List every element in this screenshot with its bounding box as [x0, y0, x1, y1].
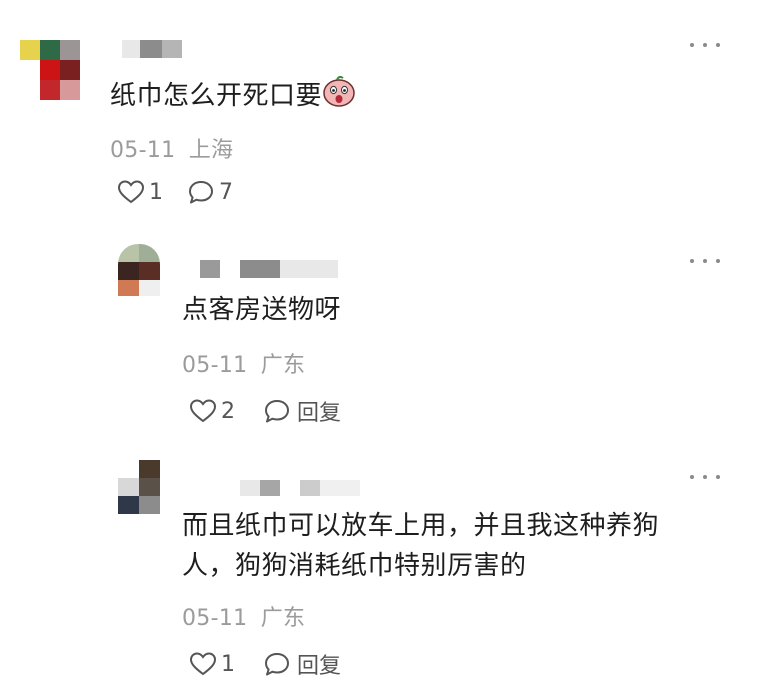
comment-date: 05-11 [182, 606, 248, 631]
avatar[interactable] [20, 40, 80, 100]
comment-date: 05-11 [110, 138, 176, 163]
more-options-icon[interactable] [690, 254, 720, 268]
comment-1: 纸巾怎么开死口要 05-11 上海 1 7 [0, 0, 764, 230]
speech-bubble-icon [189, 181, 213, 204]
like-count: 1 [149, 179, 163, 205]
speech-bubble-icon [265, 653, 289, 676]
username-redacted[interactable] [122, 40, 182, 58]
comment-2: 点客房送物呀 05-11 广东 2 回复 [0, 230, 764, 450]
more-options-icon[interactable] [690, 470, 720, 484]
username-redacted[interactable] [240, 480, 360, 496]
reply-button[interactable]: 回复 [263, 395, 341, 427]
like-count: 1 [221, 651, 235, 677]
like-button[interactable]: 1 [117, 179, 163, 205]
heart-outline-icon [189, 652, 217, 676]
comment-location: 广东 [260, 606, 306, 631]
comment-text-content: 纸巾怎么开死口要 [110, 81, 323, 111]
speech-bubble-icon [265, 400, 289, 423]
reply-button[interactable]: 回复 [263, 648, 341, 680]
comment-meta: 05-11 广东 [182, 347, 305, 379]
like-button[interactable]: 2 [189, 398, 235, 424]
comment-actions: 2 回复 [189, 395, 341, 427]
heart-outline-icon [189, 399, 217, 423]
reply-count: 7 [219, 179, 233, 205]
comment-text: 纸巾怎么开死口要 [110, 74, 356, 120]
comment-location: 上海 [188, 138, 234, 163]
like-button[interactable]: 1 [189, 651, 235, 677]
like-count: 2 [221, 398, 235, 424]
comment-location: 广东 [260, 353, 306, 378]
reply-label: 回复 [297, 401, 342, 426]
reply-count-button[interactable]: 7 [187, 179, 233, 205]
comment-text-line-1: 而且纸巾可以放车上用，并且我这种养狗 [182, 511, 660, 541]
comment-meta: 05-11 上海 [110, 132, 233, 164]
comment-text-line-2: 人，狗狗消耗纸巾特别厉害的 [182, 551, 527, 581]
more-options-icon[interactable] [690, 38, 720, 52]
comment-actions: 1 回复 [189, 648, 341, 680]
username-redacted[interactable] [200, 260, 338, 278]
surprised-face-emoji-icon [322, 74, 356, 120]
comment-actions: 1 7 [117, 179, 233, 205]
comment-meta: 05-11 广东 [182, 600, 305, 632]
heart-outline-icon [117, 180, 145, 204]
comment-text: 而且纸巾可以放车上用，并且我这种养狗 人，狗狗消耗纸巾特别厉害的 [182, 506, 722, 586]
comment-3: 而且纸巾可以放车上用，并且我这种养狗 人，狗狗消耗纸巾特别厉害的 05-11 广… [0, 450, 764, 679]
avatar[interactable] [118, 244, 160, 296]
comment-text: 点客房送物呀 [182, 295, 342, 325]
avatar[interactable] [118, 460, 160, 514]
reply-label: 回复 [297, 654, 342, 679]
comment-date: 05-11 [182, 353, 248, 378]
